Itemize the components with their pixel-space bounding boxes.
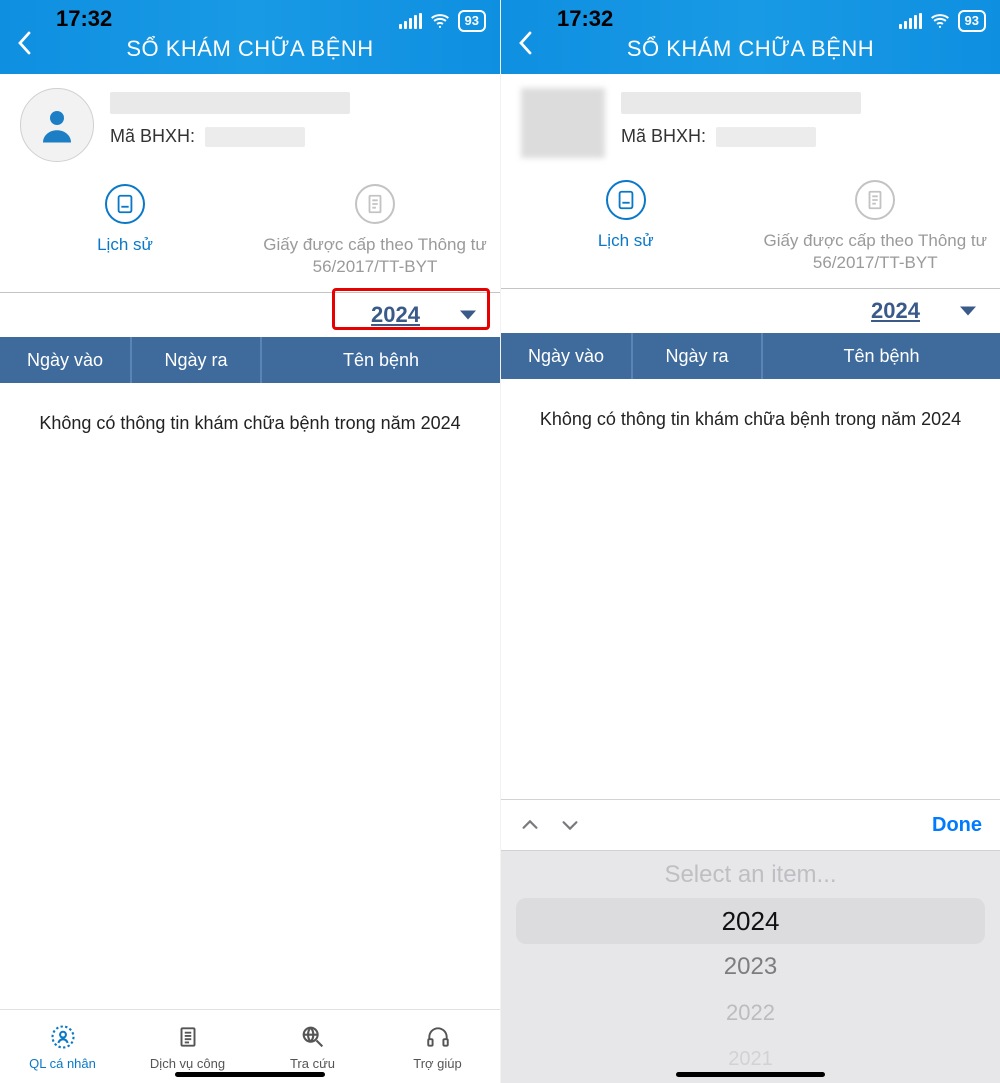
avatar bbox=[20, 88, 94, 162]
col-ngay-vao: Ngày vào bbox=[501, 333, 631, 379]
empty-state: Không có thông tin khám chữa bệnh trong … bbox=[0, 383, 500, 464]
year-value: 2024 bbox=[871, 298, 920, 324]
app-header: 17:32 93 SỔ KHÁM CHỮA BỆNH bbox=[501, 0, 1000, 74]
tab-history-label: Lịch sử bbox=[598, 230, 654, 252]
home-indicator bbox=[676, 1072, 826, 1077]
nav-search-label: Tra cứu bbox=[290, 1056, 335, 1071]
bhxh-label: Mã BHXH: bbox=[621, 126, 706, 147]
picker-placeholder: Select an item... bbox=[501, 852, 1000, 898]
tab-certificate-label: Giấy được cấp theo Thông tư 56/2017/TT-B… bbox=[262, 234, 488, 278]
battery-badge: 93 bbox=[458, 10, 486, 32]
tab-certificate[interactable]: Giấy được cấp theo Thông tư 56/2017/TT-B… bbox=[751, 176, 1000, 288]
table-header: Ngày vào Ngày ra Tên bệnh bbox=[501, 333, 1000, 379]
headset-icon bbox=[423, 1022, 453, 1052]
picker-option-2022[interactable]: 2022 bbox=[501, 990, 1000, 1036]
book-icon bbox=[114, 193, 136, 215]
search-globe-icon bbox=[298, 1022, 328, 1052]
picker-option-2023[interactable]: 2023 bbox=[501, 944, 1000, 990]
signal-icon bbox=[899, 13, 922, 29]
nav-help[interactable]: Trợ giúp bbox=[375, 1010, 500, 1083]
col-ten-benh: Tên bệnh bbox=[761, 333, 1000, 379]
avatar-blurred bbox=[521, 88, 605, 158]
page-title: SỔ KHÁM CHỮA BỆNH bbox=[0, 36, 500, 62]
profile-section: Mã BHXH: bbox=[501, 74, 1000, 176]
status-right: 93 bbox=[899, 10, 986, 32]
nav-help-label: Trợ giúp bbox=[413, 1056, 462, 1071]
col-ngay-ra: Ngày ra bbox=[631, 333, 761, 379]
col-ten-benh: Tên bệnh bbox=[260, 337, 500, 383]
status-time: 17:32 bbox=[557, 6, 613, 32]
wifi-icon bbox=[430, 11, 450, 31]
document-icon bbox=[864, 189, 886, 211]
tab-history-label: Lịch sử bbox=[97, 234, 153, 256]
picker-wheel[interactable]: Select an item... 2024 2023 2022 2021 bbox=[501, 851, 1000, 1083]
picker-option-2024[interactable]: 2024 bbox=[516, 898, 985, 944]
profile-info: Mã BHXH: bbox=[110, 88, 350, 147]
year-selector[interactable]: 2024 bbox=[501, 289, 1000, 333]
bottom-nav: QL cá nhân Dịch vụ công Tra cứu Trợ giúp bbox=[0, 1009, 500, 1083]
right-screen: 17:32 93 SỔ KHÁM CHỮA BỆNH Mã BHXH: bbox=[500, 0, 1000, 1083]
person-icon bbox=[36, 104, 78, 146]
tabs: Lịch sử Giấy được cấp theo Thông tư 56/2… bbox=[501, 176, 1000, 288]
document-icon bbox=[364, 193, 386, 215]
clipboard-icon bbox=[173, 1022, 203, 1052]
chevron-down-icon[interactable] bbox=[559, 814, 581, 836]
annotation-highlight bbox=[332, 288, 490, 330]
name-redacted bbox=[621, 92, 861, 114]
bhxh-redacted bbox=[205, 127, 305, 147]
empty-state: Không có thông tin khám chữa bệnh trong … bbox=[501, 379, 1000, 460]
left-screen: 17:32 93 SỔ KHÁM CHỮA BỆNH Mã BHXH: bbox=[0, 0, 500, 1083]
done-button[interactable]: Done bbox=[932, 814, 982, 837]
name-redacted bbox=[110, 92, 350, 114]
profile-info: Mã BHXH: bbox=[621, 88, 861, 147]
picker-toolbar: Done bbox=[501, 799, 1000, 851]
book-icon bbox=[615, 189, 637, 211]
tab-certificate-label: Giấy được cấp theo Thông tư 56/2017/TT-B… bbox=[763, 230, 989, 274]
nav-profile[interactable]: QL cá nhân bbox=[0, 1010, 125, 1083]
home-indicator bbox=[175, 1072, 325, 1077]
bhxh-redacted bbox=[716, 127, 816, 147]
status-right: 93 bbox=[399, 10, 486, 32]
wifi-icon bbox=[930, 11, 950, 31]
nav-services-label: Dịch vụ công bbox=[150, 1056, 225, 1071]
tabs: Lịch sử Giấy được cấp theo Thông tư 56/2… bbox=[0, 180, 500, 292]
gear-profile-icon bbox=[48, 1022, 78, 1052]
profile-section: Mã BHXH: bbox=[0, 74, 500, 180]
col-ngay-vao: Ngày vào bbox=[0, 337, 130, 383]
tab-history[interactable]: Lịch sử bbox=[501, 176, 751, 288]
tab-certificate[interactable]: Giấy được cấp theo Thông tư 56/2017/TT-B… bbox=[250, 180, 500, 292]
nav-profile-label: QL cá nhân bbox=[29, 1056, 96, 1071]
status-time: 17:32 bbox=[56, 6, 112, 32]
chevron-up-icon[interactable] bbox=[519, 814, 541, 836]
table-header: Ngày vào Ngày ra Tên bệnh bbox=[0, 337, 500, 383]
battery-badge: 93 bbox=[958, 10, 986, 32]
tab-history[interactable]: Lịch sử bbox=[0, 180, 250, 292]
year-selector[interactable]: 2024 bbox=[0, 293, 500, 337]
year-picker: Done Select an item... 2024 2023 2022 20… bbox=[501, 799, 1000, 1083]
app-header: 17:32 93 SỔ KHÁM CHỮA BỆNH bbox=[0, 0, 500, 74]
bhxh-label: Mã BHXH: bbox=[110, 126, 195, 147]
signal-icon bbox=[399, 13, 422, 29]
chevron-down-icon bbox=[960, 307, 976, 316]
page-title: SỔ KHÁM CHỮA BỆNH bbox=[501, 36, 1000, 62]
col-ngay-ra: Ngày ra bbox=[130, 337, 260, 383]
